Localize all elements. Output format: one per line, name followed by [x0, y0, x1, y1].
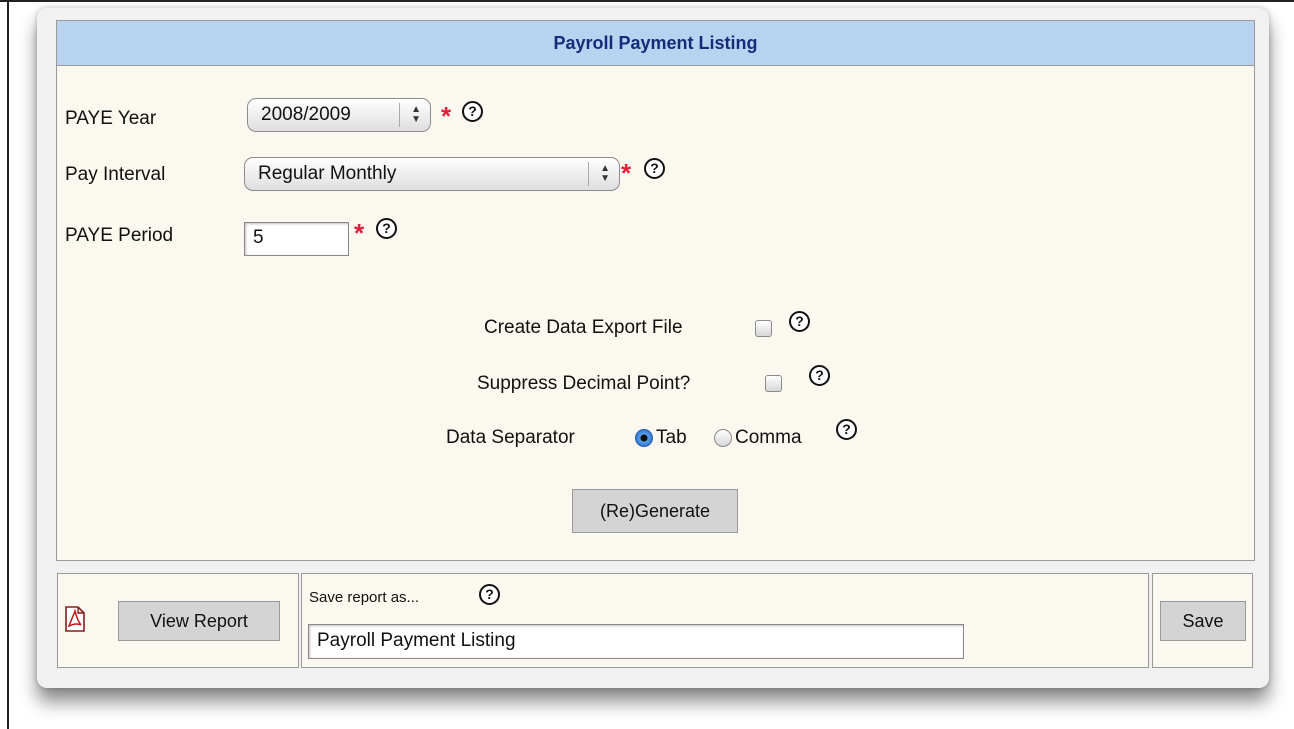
select-arrows-icon: ▲ ▼	[411, 104, 421, 125]
help-icon[interactable]: ?	[376, 218, 397, 239]
paye-period-input[interactable]: 5	[244, 222, 349, 256]
create-export-label: Create Data Export File	[484, 317, 683, 338]
view-report-button[interactable]: View Report	[118, 601, 280, 641]
paye-year-value: 2008/2009	[261, 104, 351, 125]
separator-tab-radio[interactable]	[635, 429, 653, 447]
separator-comma-radio[interactable]	[714, 429, 732, 447]
pay-interval-select[interactable]: Regular Monthly ▲ ▼	[244, 157, 620, 191]
data-separator-label: Data Separator	[446, 427, 575, 448]
save-report-cell: Save report as... ? Payroll Payment List…	[301, 573, 1149, 668]
save-button[interactable]: Save	[1160, 601, 1246, 641]
save-report-label: Save report as...	[309, 589, 420, 606]
separator-comma-label: Comma	[735, 427, 802, 448]
help-icon[interactable]: ?	[836, 419, 857, 440]
select-arrows-icon: ▲ ▼	[600, 163, 610, 184]
paye-year-select[interactable]: 2008/2009 ▲ ▼	[247, 98, 431, 132]
regenerate-button[interactable]: (Re)Generate	[572, 489, 738, 533]
create-export-checkbox[interactable]	[755, 320, 772, 337]
help-icon[interactable]: ?	[644, 158, 665, 179]
paye-period-label: PAYE Period	[65, 225, 174, 246]
pay-interval-value: Regular Monthly	[258, 163, 397, 184]
view-report-cell: View Report	[57, 573, 299, 668]
save-cell: Save	[1152, 573, 1253, 668]
required-marker: *	[621, 158, 632, 188]
help-icon[interactable]: ?	[789, 311, 810, 332]
pdf-file-icon	[65, 606, 85, 632]
separator-tab-label: Tab	[656, 427, 687, 448]
window-left-border	[7, 0, 9, 729]
paye-year-label: PAYE Year	[65, 108, 157, 129]
help-icon[interactable]: ?	[462, 101, 483, 122]
help-icon[interactable]: ?	[809, 365, 830, 386]
required-marker: *	[441, 101, 452, 131]
required-marker: *	[354, 218, 365, 248]
pay-interval-label: Pay Interval	[65, 164, 166, 185]
suppress-decimal-checkbox[interactable]	[765, 375, 782, 392]
form-title: Payroll Payment Listing	[57, 21, 1254, 66]
window-top-border	[0, 0, 1294, 2]
suppress-decimal-label: Suppress Decimal Point?	[477, 373, 691, 394]
save-report-name-input[interactable]: Payroll Payment Listing	[308, 624, 964, 659]
report-form: Payroll Payment Listing PAYE Year 2008/2…	[56, 20, 1255, 561]
help-icon[interactable]: ?	[479, 584, 500, 605]
